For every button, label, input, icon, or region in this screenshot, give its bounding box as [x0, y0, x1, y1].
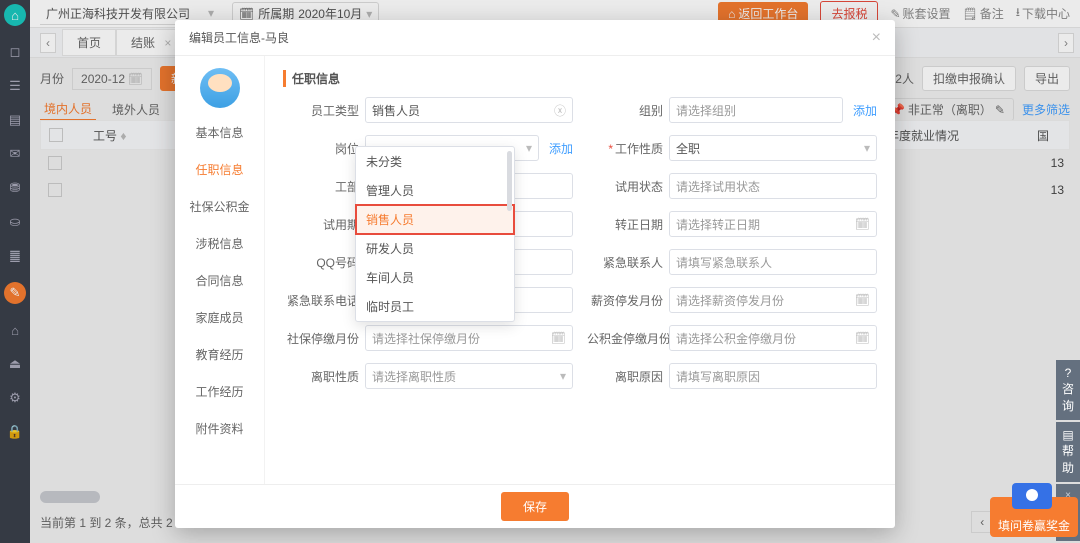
float-consult-label: 咨询: [1060, 380, 1076, 414]
group-label: 组别: [587, 102, 663, 119]
doc-icon: ▤: [1060, 428, 1076, 442]
qq-label: QQ号码: [283, 254, 359, 271]
leave-nature-label: 离职性质: [283, 368, 359, 385]
social-stop-label: 社保停缴月份: [283, 330, 359, 347]
edit-employee-modal: 编辑员工信息-马良 × 基本信息 任职信息 社保公积金 涉税信息 合同信息 家庭…: [175, 20, 895, 528]
close-icon[interactable]: ×: [872, 29, 881, 47]
field-fund-stop: 公积金停缴月份 请选择公积金停缴月份 🗓: [587, 325, 877, 351]
depart-label: 工部: [283, 178, 359, 195]
regular-date-label: 转正日期: [587, 216, 663, 233]
emp-type-dropdown: 未分类 管理人员 销售人员 研发人员 车间人员 临时员工: [355, 146, 515, 322]
dropdown-option[interactable]: 车间人员: [356, 263, 514, 292]
side-job[interactable]: 任职信息: [175, 157, 264, 182]
salary-stop-input[interactable]: 请选择薪资停发月份 🗓: [669, 287, 877, 313]
side-family[interactable]: 家庭成员: [175, 305, 264, 330]
dropdown-option[interactable]: 临时员工: [356, 292, 514, 321]
float-consult[interactable]: ? 咨询: [1056, 360, 1080, 420]
field-emp-type: 员工类型 销售人员 ⓧ: [283, 97, 573, 123]
post-label: 岗位: [283, 140, 359, 157]
section-title: 任职信息: [283, 70, 877, 87]
regular-date-input[interactable]: 请选择转正日期 🗓: [669, 211, 877, 237]
chevron-down-icon: ▾: [560, 369, 566, 383]
fund-stop-input[interactable]: 请选择公积金停缴月份 🗓: [669, 325, 877, 351]
regular-date-placeholder: 请选择转正日期: [676, 216, 760, 233]
float-help[interactable]: ▤ 帮助: [1056, 422, 1080, 482]
work-nature-label: *工作性质: [587, 140, 663, 157]
group-select[interactable]: 请选择组别: [669, 97, 843, 123]
leave-reason-input[interactable]: 请填写离职原因: [669, 363, 877, 389]
trial-status-select[interactable]: 请选择试用状态: [669, 173, 877, 199]
work-nature-select[interactable]: 全职 ▾: [669, 135, 877, 161]
promo-banner[interactable]: 填问卷赢奖金: [990, 497, 1078, 537]
emp-type-value: 销售人员: [372, 102, 420, 119]
trial-status-label: 试用状态: [587, 178, 663, 195]
emergency-contact-input[interactable]: 请填写紧急联系人: [669, 249, 877, 275]
emergency-contact-label: 紧急联系人: [587, 254, 663, 271]
emp-type-label: 员工类型: [283, 102, 359, 119]
field-leave-reason: 离职原因 请填写离职原因: [587, 363, 877, 389]
save-button[interactable]: 保存: [501, 492, 569, 521]
leave-reason-label: 离职原因: [587, 368, 663, 385]
calendar-icon: 🗓: [855, 217, 870, 231]
social-stop-input[interactable]: 请选择社保停缴月份 🗓: [365, 325, 573, 351]
salary-stop-placeholder: 请选择薪资停发月份: [676, 292, 784, 309]
dropdown-option-selected[interactable]: 销售人员: [356, 205, 514, 234]
trial-status-placeholder: 请选择试用状态: [676, 178, 760, 195]
social-stop-placeholder: 请选择社保停缴月份: [372, 330, 480, 347]
field-group: 组别 请选择组别 添加: [587, 97, 877, 123]
promo-label: 填问卷赢奖金: [998, 517, 1070, 534]
leave-nature-select[interactable]: 请选择离职性质 ▾: [365, 363, 573, 389]
calendar-icon: 🗓: [855, 331, 870, 345]
field-leave-nature: 离职性质 请选择离职性质 ▾: [283, 363, 573, 389]
side-work[interactable]: 工作经历: [175, 379, 264, 404]
trial-period-label: 试用期: [283, 216, 359, 233]
side-contract[interactable]: 合同信息: [175, 268, 264, 293]
emp-type-select[interactable]: 销售人员 ⓧ: [365, 97, 573, 123]
side-tax[interactable]: 涉税信息: [175, 231, 264, 256]
field-salary-stop: 薪资停发月份 请选择薪资停发月份 🗓: [587, 287, 877, 313]
post-add-link[interactable]: 添加: [549, 140, 573, 157]
dropdown-option[interactable]: 未分类: [356, 147, 514, 176]
fund-stop-placeholder: 请选择公积金停缴月份: [676, 330, 796, 347]
side-attachment[interactable]: 附件资料: [175, 416, 264, 441]
dropdown-scrollbar[interactable]: [507, 151, 512, 211]
side-social[interactable]: 社保公积金: [175, 194, 264, 219]
leave-nature-placeholder: 请选择离职性质: [372, 368, 456, 385]
avatar: [200, 68, 240, 108]
question-icon: ?: [1060, 366, 1076, 380]
dropdown-option[interactable]: 管理人员: [356, 176, 514, 205]
side-education[interactable]: 教育经历: [175, 342, 264, 367]
calendar-icon: 🗓: [855, 293, 870, 307]
work-nature-label-text: 工作性质: [615, 142, 663, 156]
modal-header: 编辑员工信息-马良 ×: [175, 20, 895, 56]
side-basic[interactable]: 基本信息: [175, 120, 264, 145]
salary-stop-label: 薪资停发月份: [587, 292, 663, 309]
modal-footer: 保存: [175, 484, 895, 528]
modal-title: 编辑员工信息-马良: [189, 29, 289, 46]
field-emergency-contact: 紧急联系人 请填写紧急联系人: [587, 249, 877, 275]
field-work-nature: *工作性质 全职 ▾: [587, 135, 877, 161]
emergency-phone-label: 紧急联系电话: [283, 292, 359, 309]
group-placeholder: 请选择组别: [676, 102, 736, 119]
modal-side-nav: 基本信息 任职信息 社保公积金 涉税信息 合同信息 家庭成员 教育经历 工作经历…: [175, 56, 265, 484]
field-trial-status: 试用状态 请选择试用状态: [587, 173, 877, 199]
emergency-contact-placeholder: 请填写紧急联系人: [676, 254, 772, 271]
chevron-down-icon: ▾: [864, 141, 870, 155]
dropdown-option[interactable]: 研发人员: [356, 234, 514, 263]
work-nature-value: 全职: [676, 140, 700, 157]
clear-icon[interactable]: ⓧ: [554, 102, 566, 119]
group-add-link[interactable]: 添加: [853, 102, 877, 119]
calendar-icon: 🗓: [551, 331, 566, 345]
leave-reason-placeholder: 请填写离职原因: [676, 368, 760, 385]
fund-stop-label: 公积金停缴月份: [587, 330, 663, 347]
field-regular-date: 转正日期 请选择转正日期 🗓: [587, 211, 877, 237]
field-social-stop: 社保停缴月份 请选择社保停缴月份 🗓: [283, 325, 573, 351]
chevron-down-icon: ▾: [526, 141, 532, 155]
float-help-label: 帮助: [1060, 442, 1076, 476]
